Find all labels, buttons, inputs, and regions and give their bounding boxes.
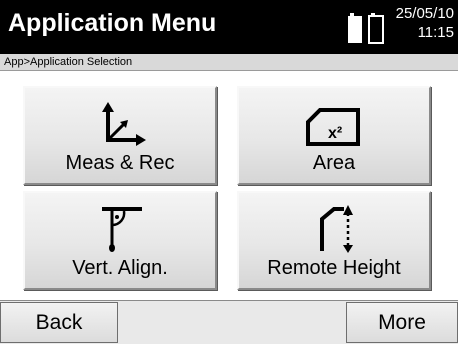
remote-height-icon bbox=[304, 203, 364, 253]
tile-meas-rec[interactable]: Meas & Rec bbox=[23, 86, 217, 185]
title-bar: Application Menu 25/05/10 11:15 bbox=[0, 0, 458, 54]
date-text: 25/05/10 bbox=[395, 5, 454, 22]
tile-remote-height[interactable]: Remote Height bbox=[237, 191, 431, 290]
tile-label: Meas & Rec bbox=[65, 152, 175, 174]
breadcrumb: App>Application Selection bbox=[0, 54, 458, 71]
measure-record-icon bbox=[90, 98, 150, 148]
date-time-display: 25/05/10 11:15 bbox=[396, 4, 454, 42]
vertical-alignment-icon bbox=[90, 203, 150, 253]
tile-label: Area bbox=[312, 152, 356, 174]
area-icon: x² bbox=[304, 98, 364, 148]
back-button[interactable]: Back bbox=[0, 302, 118, 343]
tile-area[interactable]: x² Area bbox=[237, 86, 431, 185]
page-title: Application Menu bbox=[8, 9, 217, 37]
time-text: 11:15 bbox=[417, 24, 454, 41]
tile-label: Vert. Align. bbox=[72, 257, 168, 279]
battery-icon bbox=[348, 10, 384, 44]
tile-vert-align[interactable]: Vert. Align. bbox=[23, 191, 217, 290]
svg-text:x²: x² bbox=[328, 125, 342, 142]
application-menu-screen: Application Menu 25/05/10 11:15 App>Appl… bbox=[0, 0, 458, 344]
tile-label: Remote Height bbox=[267, 257, 401, 279]
more-button[interactable]: More bbox=[346, 302, 458, 343]
